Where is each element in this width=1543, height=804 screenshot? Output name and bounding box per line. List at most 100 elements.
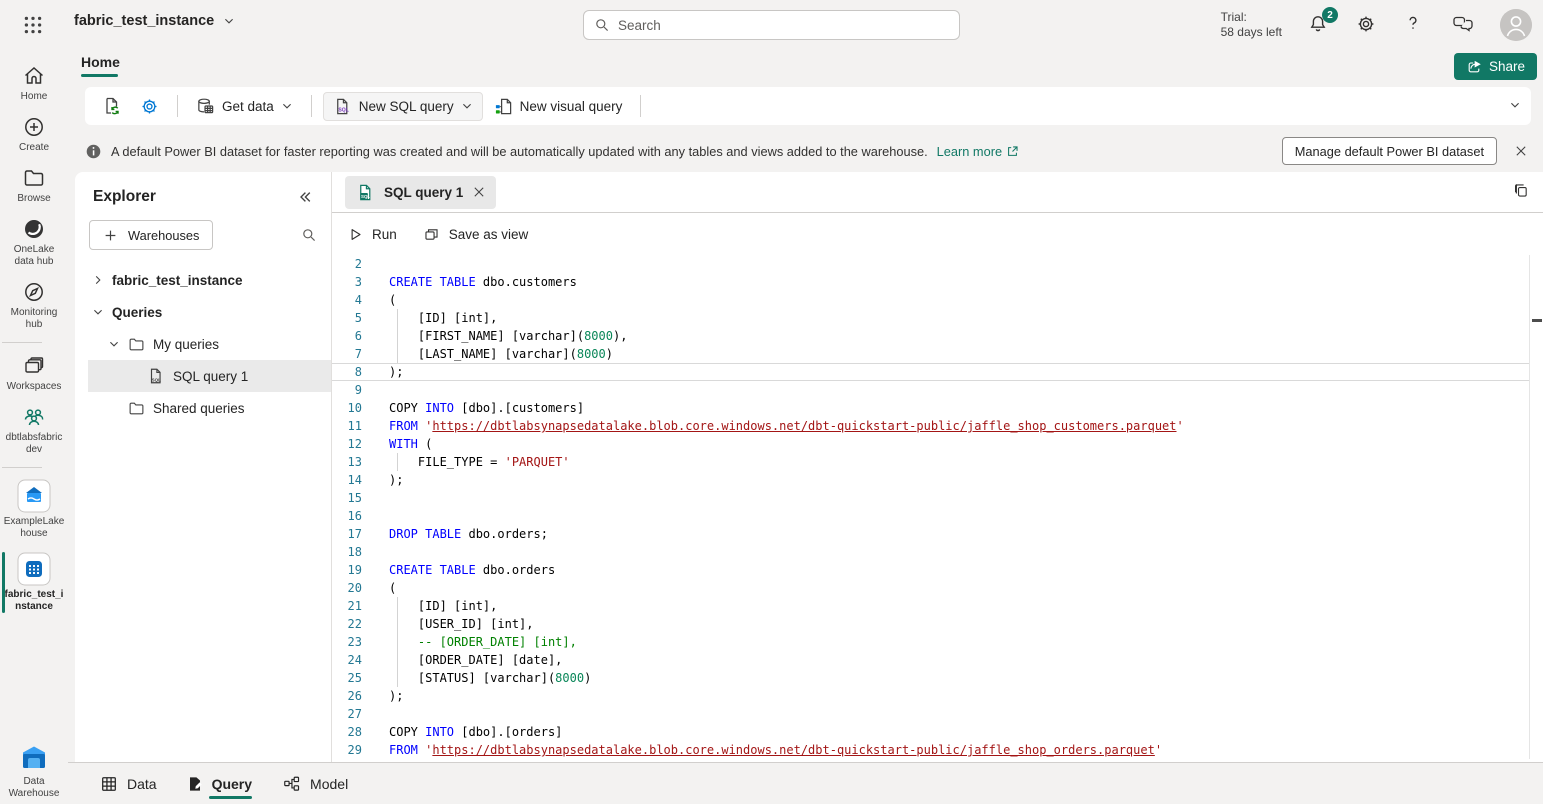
view-tab-data[interactable]: Data [100,763,157,804]
new-visual-query-button[interactable]: New visual query [487,92,630,121]
code-line-7[interactable]: 7 [LAST_NAME] [varchar](8000) [332,345,1543,363]
toolbar-expand-icon[interactable] [1509,99,1521,111]
explorer-tree: fabric_test_instance Queries My queriesSQL… [75,264,331,424]
code-line-4[interactable]: 4( [332,291,1543,309]
code-line-20[interactable]: 20( [332,579,1543,597]
tree-item-sql-query-1[interactable]: SQLSQL query 1 [88,360,331,392]
code-text: ); [389,471,403,489]
code-line-2[interactable]: 2 [332,255,1543,273]
code-line-3[interactable]: 3CREATE TABLE dbo.customers [332,273,1543,291]
code-line-21[interactable]: 21 [ID] [int], [332,597,1543,615]
code-line-22[interactable]: 22 [USER_ID] [int], [332,615,1543,633]
rail-item-label: ExampleLakehouse [3,516,65,540]
code-line-19[interactable]: 19CREATE TABLE dbo.orders [332,561,1543,579]
code-line-29[interactable]: 29FROM 'https://dbtlabsynapsedatalake.bl… [332,741,1543,759]
run-button[interactable]: Run [348,227,397,242]
code-line-8[interactable]: 8); [332,363,1529,381]
rail-item-browse[interactable]: Browse [2,160,66,211]
collapse-panel-icon[interactable] [297,189,313,205]
code-line-15[interactable]: 15 [332,489,1543,507]
editor-scrollbar[interactable] [1529,255,1543,759]
blue-gear-icon [140,97,159,116]
rail-item-examplelakehouse[interactable]: ExampleLakehouse [2,473,66,546]
rail-item-monitoring-hub[interactable]: Monitoring hub [2,274,66,337]
rail-item-data-warehouse[interactable]: Data Warehouse [2,743,66,800]
code-line-17[interactable]: 17DROP TABLE dbo.orders; [332,525,1543,543]
toolbar-row: Get data SQL New SQL query New visual qu… [68,83,1543,130]
chevron-down-icon[interactable] [108,338,120,350]
toolbar-divider [640,95,641,117]
code-line-18[interactable]: 18 [332,543,1543,561]
chevron-right-icon[interactable] [92,274,104,286]
line-number: 22 [332,615,362,633]
share-button[interactable]: Share [1454,53,1537,80]
workspace-switcher[interactable]: fabric_test_instance [74,13,235,29]
code-line-9[interactable]: 9 [332,381,1543,399]
code-url-link[interactable]: https://dbtlabsynapsedatalake.blob.core.… [432,419,1176,433]
tree-item-my-queries[interactable]: My queries [75,328,331,360]
learn-more-link[interactable]: Learn more [937,144,1019,159]
tree-item-label: Queries [112,305,162,320]
rail-item-dbtlabsfabricdev[interactable]: dbtlabsfabricdev [2,399,66,462]
indent-guide [397,453,398,471]
gear-icon [1356,14,1376,34]
rail-item-workspaces[interactable]: Workspaces [2,348,66,399]
code-line-28[interactable]: 28COPY INTO [dbo].[orders] [332,723,1543,741]
code-line-24[interactable]: 24 [ORDER_DATE] [date], [332,651,1543,669]
refresh-dataset-button[interactable] [95,91,129,121]
global-search[interactable] [583,10,960,40]
search-input[interactable] [618,18,949,33]
query-tabbar: SQL SQL query 1 [332,172,1543,213]
code-line-26[interactable]: 26); [332,687,1543,705]
code-line-27[interactable]: 27 [332,705,1543,723]
banner-close-icon[interactable] [1511,141,1531,161]
settings-button[interactable] [1356,14,1378,36]
code-text: CREATE TABLE dbo.orders [389,561,555,579]
copy-icon[interactable] [1513,182,1530,199]
new-sql-query-button[interactable]: SQL New SQL query [323,92,483,121]
tab-home[interactable]: Home [81,54,120,77]
help-button[interactable] [1404,14,1426,36]
close-tab-icon[interactable] [472,185,486,199]
code-url-link[interactable]: https://dbtlabsynapsedatalake.blob.core.… [432,743,1154,757]
query-tab[interactable]: SQL SQL query 1 [345,176,496,209]
add-warehouses-button[interactable]: Warehouses [89,220,213,250]
code-line-12[interactable]: 12WITH ( [332,435,1543,453]
code-line-10[interactable]: 10COPY INTO [dbo].[customers] [332,399,1543,417]
indent-guide [397,669,398,687]
get-data-button[interactable]: Get data [189,92,300,121]
notifications-button[interactable]: 2 [1308,14,1330,36]
account-avatar[interactable] [1500,9,1532,41]
code-line-25[interactable]: 25 [STATUS] [varchar](8000) [332,669,1543,687]
code-line-23[interactable]: 23 -- [ORDER_DATE] [int], [332,633,1543,651]
code-line-5[interactable]: 5 [ID] [int], [332,309,1543,327]
rail-item-fabric-test-instance[interactable]: fabric_test_instance [2,546,66,619]
code-text: FROM 'https://dbtlabsynapsedatalake.blob… [389,417,1184,435]
code-editor[interactable]: 23CREATE TABLE dbo.customers4(5 [ID] [in… [332,255,1543,759]
chevron-down-icon[interactable] [92,306,104,318]
feedback-button[interactable] [1452,14,1474,36]
code-line-13[interactable]: 13 FILE_TYPE = 'PARQUET' [332,453,1543,471]
code-line-14[interactable]: 14); [332,471,1543,489]
tree-item-fabric-test-instance[interactable]: fabric_test_instance [75,264,331,296]
save-as-view-button[interactable]: Save as view [423,226,529,243]
tree-item-shared-queries[interactable]: Shared queries [75,392,331,424]
dataset-settings-button[interactable] [133,92,166,121]
view-tab-query[interactable]: Query [187,763,252,804]
code-line-6[interactable]: 6 [FIRST_NAME] [varchar](8000), [332,327,1543,345]
line-number: 11 [332,417,362,435]
app-launcher-icon[interactable] [20,13,46,37]
view-tab-model[interactable]: Model [282,763,348,804]
code-line-11[interactable]: 11 FROM 'https://dbtlabsynapsedatalake.bl… [332,417,1543,435]
manage-dataset-button[interactable]: Manage default Power BI dataset [1282,137,1497,165]
rail-item-home[interactable]: Home [2,58,66,109]
code-line-16[interactable]: 16 [332,507,1543,525]
workspace-name: fabric_test_instance [74,13,214,29]
rail-item-create[interactable]: Create [2,109,66,160]
rail-item-onelake-data-hub[interactable]: OneLake data hub [2,211,66,274]
info-banner: A default Power BI dataset for faster re… [68,130,1543,172]
toolbar-divider [311,95,312,117]
line-number: 28 [332,723,362,741]
explorer-search-icon[interactable] [301,227,317,243]
tree-item-queries[interactable]: Queries [75,296,331,328]
